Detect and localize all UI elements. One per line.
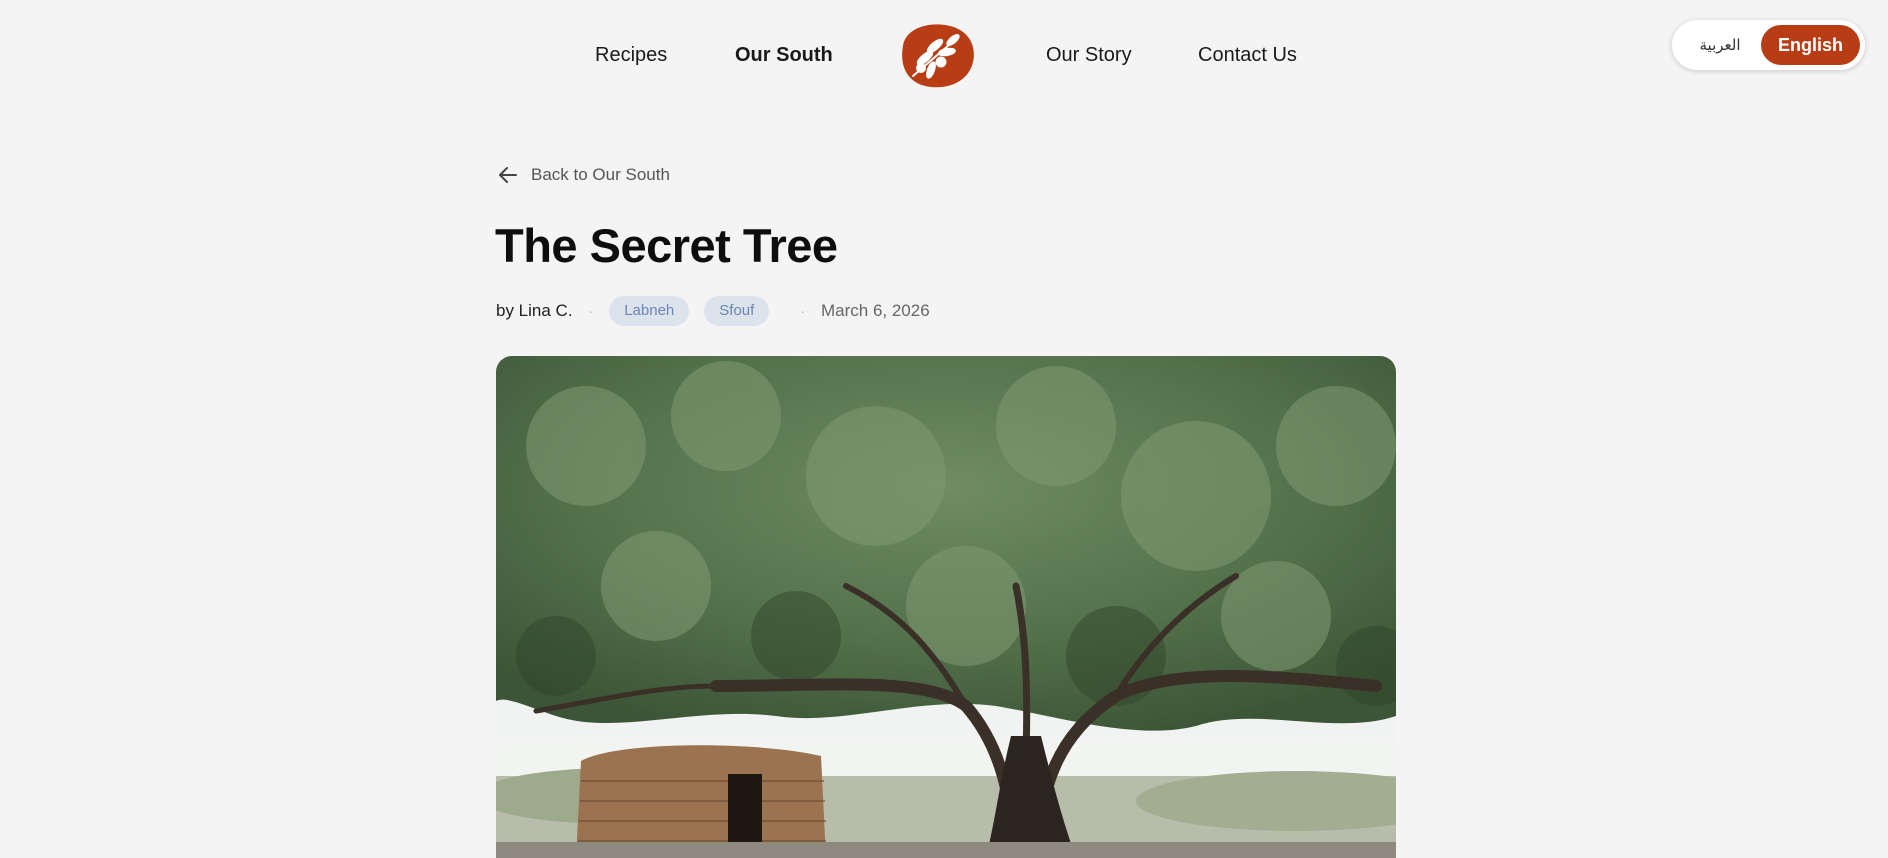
- article-meta: by Lina C. · Labneh Sfouf · March 6, 202…: [496, 296, 930, 326]
- article-title: The Secret Tree: [495, 219, 838, 272]
- nav-recipes[interactable]: Recipes: [595, 43, 667, 67]
- nav-our-story[interactable]: Our Story: [1046, 43, 1132, 67]
- author: by Lina C.: [496, 301, 573, 320]
- olive-branch-icon: [902, 24, 974, 88]
- back-link[interactable]: Back to Our South: [497, 162, 670, 188]
- language-toggle: العربية English: [1672, 20, 1865, 70]
- arrow-left-icon: [499, 167, 517, 183]
- lang-arabic-button[interactable]: العربية: [1690, 33, 1750, 57]
- lang-english-button[interactable]: English: [1761, 25, 1860, 65]
- logo[interactable]: [895, 22, 975, 88]
- back-link-label: Back to Our South: [531, 165, 670, 184]
- tag-sfouf[interactable]: Sfouf: [704, 296, 770, 326]
- nav-our-south[interactable]: Our South: [735, 43, 833, 67]
- page: Recipes Our South Our Story Contact Us ا…: [0, 0, 1888, 858]
- hero-image: [496, 356, 1396, 858]
- separator-dot: ·: [800, 303, 805, 319]
- separator-dot: ·: [588, 303, 594, 319]
- tag-labneh[interactable]: Labneh: [609, 296, 690, 326]
- nav-contact-us[interactable]: Contact Us: [1198, 43, 1297, 67]
- oak-tree-photo: [496, 356, 1396, 858]
- publish-date: March 6, 2026: [820, 301, 930, 320]
